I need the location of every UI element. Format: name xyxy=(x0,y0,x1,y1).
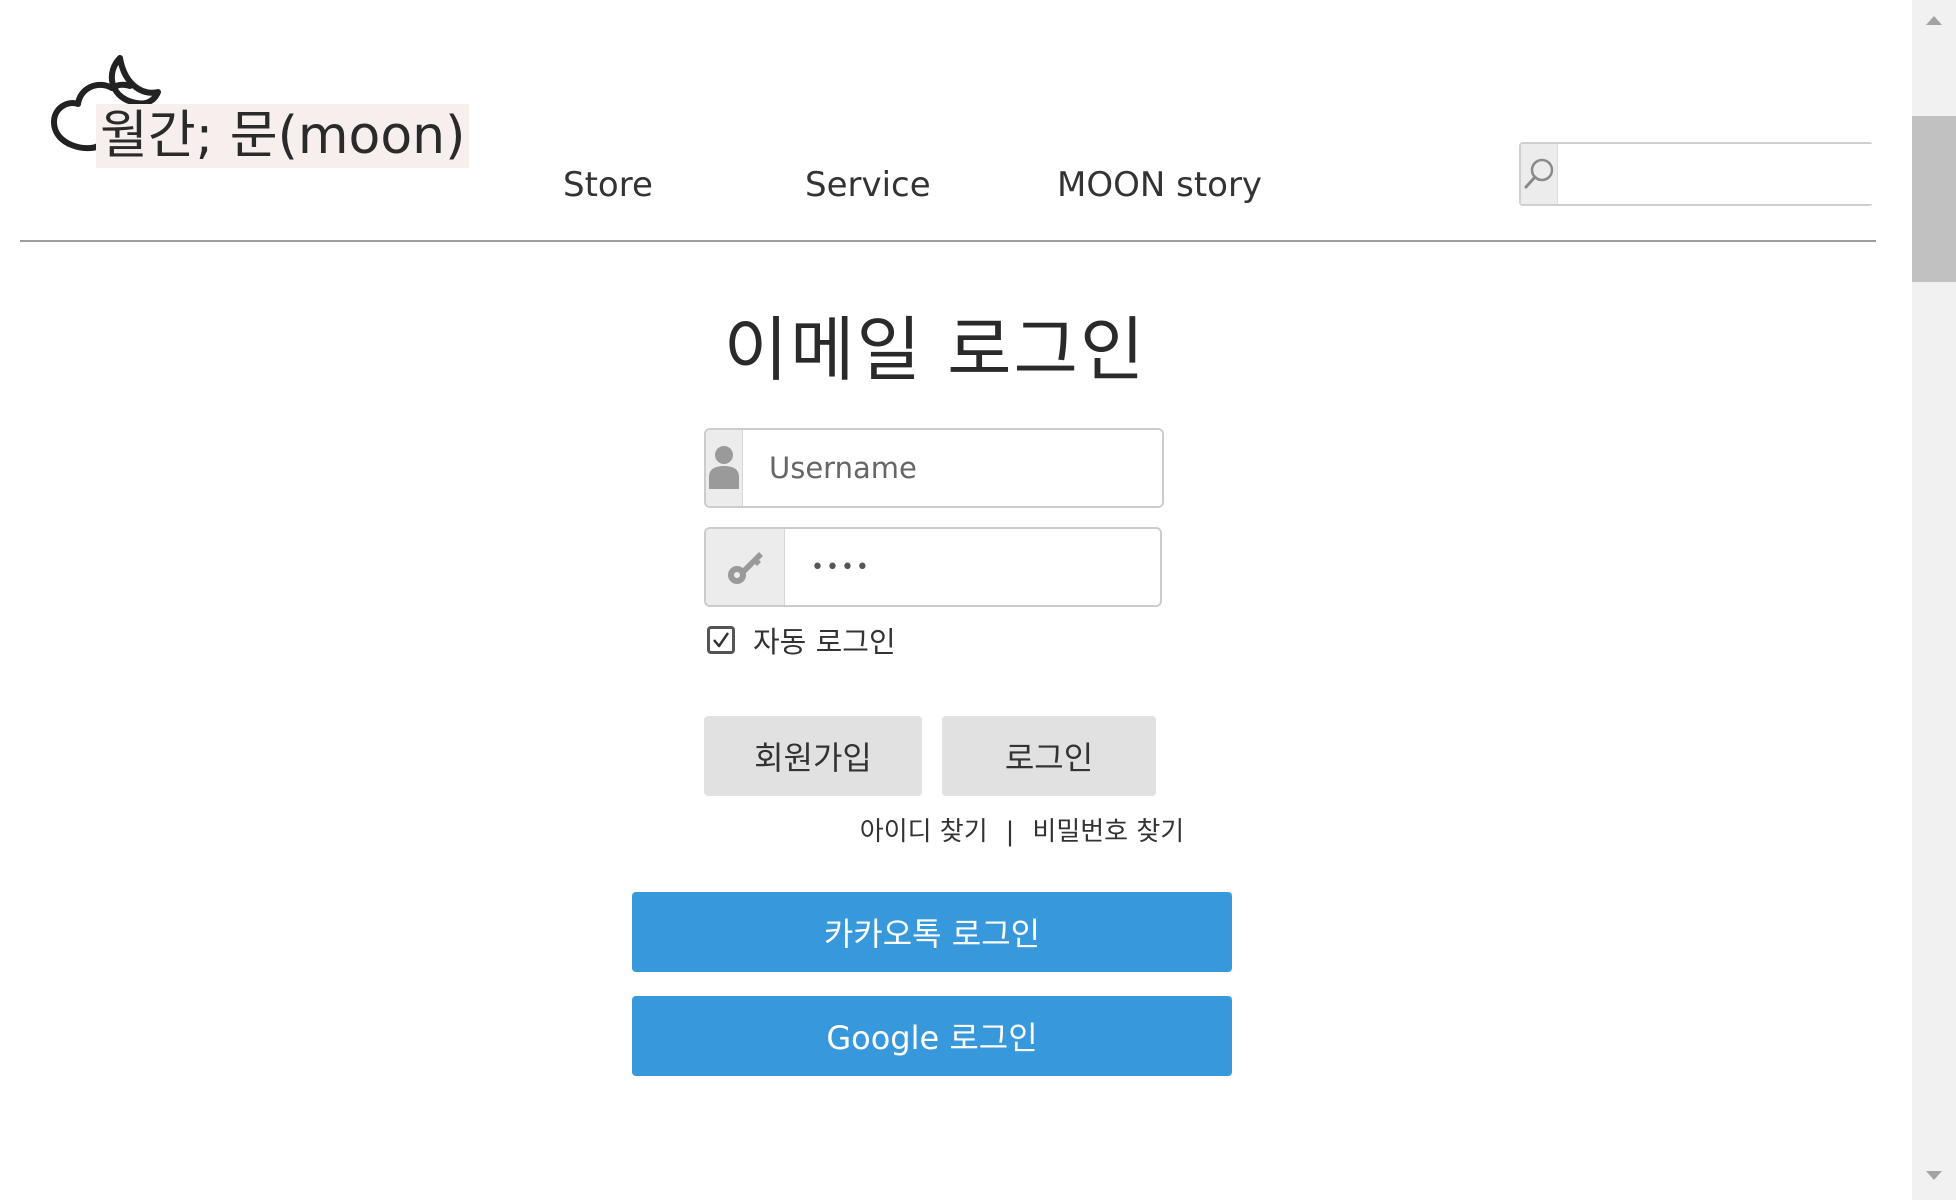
scroll-down-button[interactable] xyxy=(1912,1156,1956,1196)
kakao-login-button[interactable]: 카카오톡 로그인 xyxy=(632,892,1232,972)
search-button[interactable] xyxy=(1521,144,1558,204)
nav-item-store[interactable]: Store xyxy=(563,160,653,210)
username-input[interactable] xyxy=(743,430,1162,506)
scrollbar-thumb[interactable] xyxy=(1912,116,1956,282)
password-addon xyxy=(706,529,785,605)
search-box xyxy=(1519,142,1931,206)
link-separator: | xyxy=(1005,817,1015,847)
triangle-down-icon xyxy=(1926,1171,1942,1180)
scroll-up-button[interactable] xyxy=(1912,0,1956,40)
header-divider xyxy=(20,240,1876,242)
vertical-scrollbar[interactable] xyxy=(1912,0,1956,1200)
auto-login-checkbox[interactable] xyxy=(707,626,735,654)
triangle-up-icon xyxy=(1926,16,1942,25)
search-input[interactable] xyxy=(1558,144,1931,204)
auto-login-label[interactable]: 자동 로그인 xyxy=(753,619,896,661)
search-icon xyxy=(1524,158,1554,189)
nav-item-moon-story[interactable]: MOON story xyxy=(1057,160,1262,210)
auto-login-row: 자동 로그인 xyxy=(707,620,896,660)
checkmark-icon xyxy=(713,632,730,648)
nav-item-service[interactable]: Service xyxy=(805,160,931,210)
site-logo[interactable]: 월간; 문(moon) xyxy=(48,48,470,168)
login-button[interactable]: 로그인 xyxy=(942,716,1156,796)
find-password-link[interactable]: 비밀번호 찾기 xyxy=(1032,817,1184,847)
google-login-button[interactable]: Google 로그인 xyxy=(632,996,1232,1076)
password-field-group xyxy=(704,527,1162,607)
page: 월간; 문(moon) Store Service MOON story 이메일… xyxy=(0,0,1956,1200)
page-title: 이메일 로그인 xyxy=(723,309,1147,391)
username-addon xyxy=(706,430,743,506)
find-id-link[interactable]: 아이디 찾기 xyxy=(860,817,988,847)
key-icon xyxy=(728,552,763,584)
password-input[interactable] xyxy=(785,529,1160,605)
username-field-group xyxy=(704,428,1164,508)
user-icon xyxy=(709,446,739,489)
signup-button[interactable]: 회원가입 xyxy=(704,716,922,796)
find-account-links: 아이디 찾기 | 비밀번호 찾기 xyxy=(0,812,1870,852)
logo-text: 월간; 문(moon) xyxy=(96,104,470,168)
